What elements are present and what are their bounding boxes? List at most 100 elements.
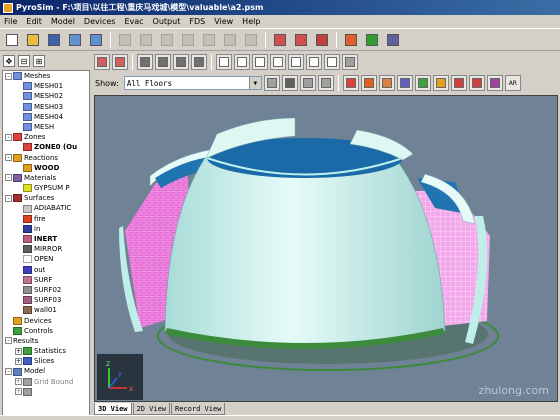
new-icon[interactable] bbox=[3, 31, 21, 49]
tree-item[interactable]: + bbox=[3, 387, 89, 397]
menu-evac[interactable]: Evac bbox=[124, 17, 143, 26]
undo-icon[interactable] bbox=[116, 31, 134, 49]
view-front-icon[interactable] bbox=[94, 54, 110, 70]
collapse-icon[interactable]: - bbox=[5, 154, 12, 162]
collapse-icon[interactable]: - bbox=[5, 72, 12, 80]
pan-icon[interactable] bbox=[252, 54, 268, 70]
select-icon[interactable] bbox=[216, 54, 232, 70]
menu-view[interactable]: View bbox=[214, 17, 233, 26]
import-icon[interactable] bbox=[66, 31, 84, 49]
tree-item[interactable]: - Results bbox=[3, 336, 89, 346]
draw-sprinkler-icon[interactable] bbox=[468, 75, 485, 91]
draw-vent-icon[interactable] bbox=[378, 75, 395, 91]
tree-item[interactable]: MESH bbox=[3, 122, 89, 132]
tree-item[interactable]: - Zones bbox=[3, 132, 89, 142]
menu-fds[interactable]: FDS bbox=[189, 17, 205, 26]
tree-item[interactable]: - Reactions bbox=[3, 153, 89, 163]
tree-item[interactable]: + Slices bbox=[3, 356, 89, 366]
tree-item[interactable]: - Meshes bbox=[3, 71, 89, 81]
menu-output[interactable]: Output bbox=[153, 17, 181, 26]
flame-icon[interactable] bbox=[342, 31, 360, 49]
expand-icon[interactable]: + bbox=[15, 347, 22, 355]
export-icon[interactable] bbox=[87, 31, 105, 49]
floor-select[interactable]: All Floors ▼ bbox=[123, 76, 262, 90]
chevron-down-icon[interactable]: ▼ bbox=[248, 77, 261, 89]
draw-room-icon[interactable] bbox=[396, 75, 413, 91]
paste-icon[interactable] bbox=[200, 31, 218, 49]
view-tab[interactable]: 3D View bbox=[94, 403, 132, 415]
tree-item[interactable]: Devices bbox=[3, 316, 89, 326]
settings-icon[interactable] bbox=[384, 31, 402, 49]
floor-4-icon[interactable] bbox=[317, 75, 334, 91]
solid-icon[interactable] bbox=[137, 54, 153, 70]
menu-model[interactable]: Model bbox=[51, 17, 75, 26]
3d-viewport[interactable]: X Z Y zhulong.com bbox=[94, 95, 558, 402]
menu-devices[interactable]: Devices bbox=[84, 17, 116, 26]
tree-item[interactable]: OPEN bbox=[3, 254, 89, 264]
expand-icon[interactable]: + bbox=[15, 388, 22, 396]
zoom-box-icon[interactable] bbox=[306, 54, 322, 70]
menu-file[interactable]: File bbox=[4, 17, 17, 26]
tree-item[interactable]: - Surfaces bbox=[3, 193, 89, 203]
menu-edit[interactable]: Edit bbox=[26, 17, 42, 26]
tree-item[interactable]: MIRROR bbox=[3, 244, 89, 254]
tree-item[interactable]: ZONE0 (Ou bbox=[3, 142, 89, 152]
tree-item[interactable]: GYPSUM P bbox=[3, 183, 89, 193]
floor-3-icon[interactable] bbox=[299, 75, 316, 91]
expand-all-icon[interactable]: ⊟ bbox=[18, 55, 30, 67]
view-tab[interactable]: Record View bbox=[171, 403, 226, 415]
tree-item[interactable]: + Statistics bbox=[3, 346, 89, 356]
tree-item[interactable]: MESH02 bbox=[3, 91, 89, 101]
ar-icon[interactable]: AR bbox=[504, 75, 521, 91]
tree-item[interactable]: - Materials bbox=[3, 173, 89, 183]
tree-item[interactable]: ADIABATIC bbox=[3, 203, 89, 213]
collapse-icon[interactable]: - bbox=[5, 337, 12, 345]
tree-item[interactable]: Controls bbox=[3, 326, 89, 336]
draw-fire-icon[interactable] bbox=[432, 75, 449, 91]
collapse-icon[interactable]: - bbox=[5, 368, 12, 376]
orbit-icon[interactable] bbox=[234, 54, 250, 70]
delete-icon[interactable] bbox=[221, 31, 239, 49]
redo-icon[interactable] bbox=[137, 31, 155, 49]
collapse-icon[interactable]: - bbox=[5, 194, 12, 202]
reset-view-icon[interactable] bbox=[324, 54, 340, 70]
cut-icon[interactable] bbox=[158, 31, 176, 49]
smokeview-icon[interactable] bbox=[313, 31, 331, 49]
expand-icon[interactable]: + bbox=[15, 357, 22, 365]
run-parallel-icon[interactable] bbox=[292, 31, 310, 49]
menu-help[interactable]: Help bbox=[242, 17, 260, 26]
tree-item[interactable]: fire bbox=[3, 214, 89, 224]
tree-item[interactable]: WOOD bbox=[3, 163, 89, 173]
move-icon[interactable] bbox=[270, 54, 286, 70]
tree-item[interactable]: MESH04 bbox=[3, 112, 89, 122]
collapse-icon[interactable]: - bbox=[5, 133, 12, 141]
draw-obst-icon[interactable] bbox=[342, 75, 359, 91]
tree-item[interactable]: MESH01 bbox=[3, 81, 89, 91]
collapse-all-icon[interactable]: ⊞ bbox=[33, 55, 45, 67]
tree-item[interactable]: + Grid Bound bbox=[3, 377, 89, 387]
properties-icon[interactable] bbox=[242, 31, 260, 49]
fit-icon[interactable] bbox=[342, 54, 358, 70]
expand-icon[interactable]: + bbox=[15, 378, 22, 386]
smooth-icon[interactable] bbox=[173, 54, 189, 70]
tree-item[interactable]: SURF bbox=[3, 275, 89, 285]
floor-2-icon[interactable] bbox=[281, 75, 298, 91]
tree-item[interactable]: in bbox=[3, 224, 89, 234]
draw-door-icon[interactable] bbox=[486, 75, 503, 91]
collapse-icon[interactable]: - bbox=[5, 174, 12, 182]
view-tab[interactable]: 2D View bbox=[132, 403, 171, 415]
zoom-icon[interactable] bbox=[288, 54, 304, 70]
view-back-icon[interactable] bbox=[112, 54, 128, 70]
tree-item[interactable]: - Model bbox=[3, 366, 89, 376]
run-fds-icon[interactable] bbox=[271, 31, 289, 49]
navigate-icon[interactable]: ✥ bbox=[3, 55, 15, 67]
evac-icon[interactable] bbox=[363, 31, 381, 49]
floor-1-icon[interactable] bbox=[263, 75, 280, 91]
copy-icon[interactable] bbox=[179, 31, 197, 49]
tree-item[interactable]: wall01 bbox=[3, 305, 89, 315]
wire-icon[interactable] bbox=[191, 54, 207, 70]
draw-hole-icon[interactable] bbox=[360, 75, 377, 91]
draw-wall-icon[interactable] bbox=[414, 75, 431, 91]
save-icon[interactable] bbox=[45, 31, 63, 49]
tree-item[interactable]: SURF03 bbox=[3, 295, 89, 305]
